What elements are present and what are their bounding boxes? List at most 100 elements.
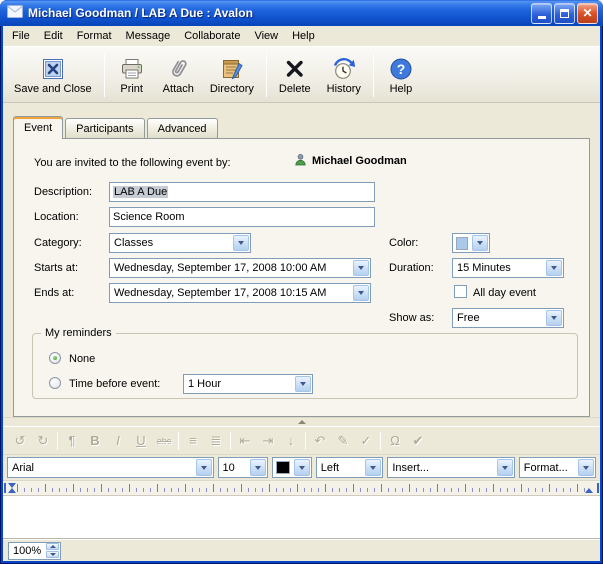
ruler-major-ticks <box>17 484 586 492</box>
category-select[interactable]: Classes <box>109 233 251 253</box>
reminder-time-select[interactable]: 1 Hour <box>183 374 313 394</box>
size-dropdown-button[interactable] <box>250 459 266 476</box>
spellcheck-icon[interactable]: ✔ <box>409 432 427 450</box>
reminder-dropdown-button[interactable] <box>295 376 311 392</box>
tab-participants-label: Participants <box>76 123 133 135</box>
delete-button[interactable]: Delete <box>271 50 319 100</box>
zoom-control[interactable]: 100% <box>8 542 61 560</box>
left-indent-marker[interactable] <box>8 488 16 493</box>
strikethrough-icon[interactable]: abc <box>155 432 173 450</box>
alignment-select[interactable]: Left <box>316 457 384 478</box>
duration-select[interactable]: 15 Minutes <box>452 258 564 278</box>
zoom-increase-button[interactable] <box>46 543 59 550</box>
chevron-down-icon <box>583 466 589 470</box>
alignment-dropdown-button[interactable] <box>365 459 381 476</box>
format-select[interactable]: Format... <box>519 457 596 478</box>
redo-icon[interactable]: ↻ <box>34 432 52 450</box>
menu-format[interactable]: Format <box>70 28 119 44</box>
outdent-icon[interactable]: ⇤ <box>236 432 254 450</box>
help-button[interactable]: ? Help <box>378 50 424 100</box>
reminder-none-radio[interactable] <box>49 352 61 364</box>
all-day-checkbox[interactable] <box>454 285 467 298</box>
location-field[interactable]: Science Room <box>109 207 375 227</box>
close-button[interactable]: ✕ <box>577 3 598 24</box>
ends-at-label: Ends at: <box>34 287 74 300</box>
toolbar: Save and Close Print Attach Directory <box>3 46 600 103</box>
reminder-time-radio[interactable] <box>49 377 61 389</box>
undo-icon[interactable]: ↺ <box>11 432 29 450</box>
insert-below-icon[interactable]: ↓ <box>282 432 300 450</box>
zoom-decrease-button[interactable] <box>46 551 59 558</box>
starts-dropdown-button[interactable] <box>353 260 369 276</box>
chevron-down-icon <box>551 266 557 270</box>
reminder-time-label: Time before event: <box>69 378 160 391</box>
font-family-select[interactable]: Arial <box>7 457 214 478</box>
paragraph-icon[interactable]: ¶ <box>63 432 81 450</box>
insert-select[interactable]: Insert... <box>387 457 514 478</box>
tab-event[interactable]: Event <box>13 116 63 139</box>
underline-icon[interactable]: U <box>132 432 150 450</box>
bullet-list-icon[interactable]: ≡ <box>184 432 202 450</box>
attach-button[interactable]: Attach <box>155 50 202 100</box>
font-color-select[interactable] <box>272 457 312 478</box>
history-button[interactable]: History <box>319 50 369 100</box>
save-close-icon <box>40 55 66 82</box>
duration-label: Duration: <box>389 262 434 275</box>
show-as-select[interactable]: Free <box>452 308 564 328</box>
color-select[interactable] <box>452 233 490 253</box>
font-dropdown-button[interactable] <box>196 459 212 476</box>
ends-dropdown-button[interactable] <box>353 285 369 301</box>
right-indent-marker[interactable] <box>585 488 593 493</box>
chevron-down-icon <box>477 241 483 245</box>
font-color-dropdown-button[interactable] <box>294 459 310 476</box>
chevron-down-icon <box>300 382 306 386</box>
ends-at-select[interactable]: Wednesday, September 17, 2008 10:15 AM <box>109 283 371 303</box>
numbered-list-icon[interactable]: ≣ <box>207 432 225 450</box>
description-field[interactable]: LAB A Due <box>109 182 375 202</box>
insert-dropdown-button[interactable] <box>497 459 513 476</box>
chevron-down-icon <box>551 316 557 320</box>
accept-icon[interactable]: ✓ <box>357 432 375 450</box>
save-and-close-button[interactable]: Save and Close <box>6 50 100 100</box>
indent-icon[interactable]: ⇥ <box>259 432 277 450</box>
menu-file[interactable]: File <box>5 28 37 44</box>
format-dropdown-button[interactable] <box>578 459 594 476</box>
show-as-dropdown-button[interactable] <box>546 310 562 326</box>
format-separator <box>178 432 179 450</box>
paperclip-icon <box>165 55 191 82</box>
chevron-down-icon <box>238 241 244 245</box>
maximize-button[interactable] <box>554 3 575 24</box>
printer-icon <box>119 55 145 82</box>
font-size-select[interactable]: 10 <box>218 457 268 478</box>
menu-view[interactable]: View <box>247 28 285 44</box>
message-body[interactable] <box>3 496 600 539</box>
italic-icon[interactable]: I <box>109 432 127 450</box>
bold-icon[interactable]: B <box>86 432 104 450</box>
my-reminders-legend: My reminders <box>41 327 116 340</box>
chevron-down-icon <box>201 466 207 470</box>
tab-participants[interactable]: Participants <box>65 118 144 138</box>
client-area: File Edit Format Message Collaborate Vie… <box>3 26 600 561</box>
starts-at-select[interactable]: Wednesday, September 17, 2008 10:00 AM <box>109 258 371 278</box>
menu-collaborate[interactable]: Collaborate <box>177 28 247 44</box>
ends-at-value: Wednesday, September 17, 2008 10:15 AM <box>110 287 352 299</box>
rotate-icon[interactable]: ↶ <box>311 432 329 450</box>
pencil-icon[interactable]: ✎ <box>334 432 352 450</box>
collapse-handle[interactable] <box>3 417 600 426</box>
ruler[interactable] <box>3 481 600 496</box>
duration-dropdown-button[interactable] <box>546 260 562 276</box>
window: Michael Goodman / LAB A Due : Avalon ✕ F… <box>0 0 603 564</box>
chevron-down-icon <box>299 466 305 470</box>
directory-button[interactable]: Directory <box>202 50 262 100</box>
color-dropdown-button[interactable] <box>472 235 488 251</box>
insert-value: Insert... <box>388 462 495 474</box>
menu-message[interactable]: Message <box>119 28 178 44</box>
menu-help[interactable]: Help <box>285 28 322 44</box>
minimize-button[interactable] <box>531 3 552 24</box>
spacer <box>3 103 600 115</box>
tab-advanced[interactable]: Advanced <box>147 118 218 138</box>
print-button[interactable]: Print <box>109 50 155 100</box>
special-char-icon[interactable]: Ω <box>386 432 404 450</box>
menu-edit[interactable]: Edit <box>37 28 70 44</box>
category-dropdown-button[interactable] <box>233 235 249 251</box>
